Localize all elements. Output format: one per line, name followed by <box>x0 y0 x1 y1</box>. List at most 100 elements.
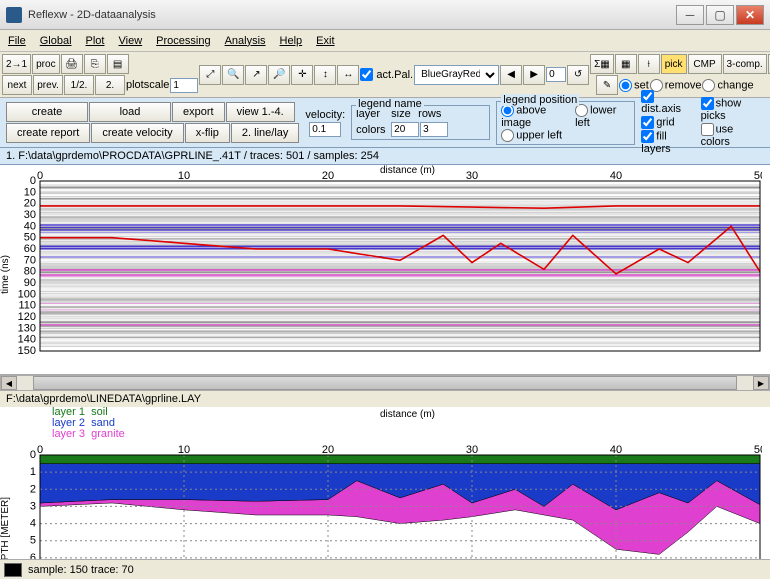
size-input[interactable] <box>391 122 419 137</box>
menu-help[interactable]: Help <box>280 35 303 47</box>
svg-text:40: 40 <box>610 444 622 456</box>
colors-label: colors <box>356 124 390 136</box>
svg-text:50: 50 <box>24 232 36 244</box>
linelay-button[interactable]: 2. line/lay <box>231 123 299 143</box>
palette-offset-input[interactable] <box>546 67 566 82</box>
actpal-label: act.Pal. <box>376 69 413 81</box>
export-button[interactable]: export <box>172 102 225 122</box>
footer-colorswatch <box>4 563 22 577</box>
window-titlebar: Reflexw - 2D-dataanalysis ─ ▢ ✕ <box>0 0 770 30</box>
plotscale-label: plotscale <box>126 79 169 91</box>
svg-text:110: 110 <box>18 300 36 312</box>
reset-icon[interactable]: ↺ <box>567 65 589 85</box>
file-status-2: F:\data\gprdemo\LINEDATA\gprline.LAY <box>0 391 770 407</box>
two-button[interactable]: 2. <box>95 75 125 95</box>
menu-file[interactable]: File <box>8 35 26 47</box>
opt-change[interactable]: change <box>702 79 753 92</box>
menu-analysis[interactable]: Analysis <box>225 35 266 47</box>
plotscale-input[interactable] <box>170 78 198 93</box>
svg-text:150: 150 <box>18 345 36 357</box>
create-velocity-button[interactable]: create velocity <box>91 123 183 143</box>
controls-panel: create load export view 1.-4. create rep… <box>0 98 770 148</box>
palette-right-icon[interactable]: ▶ <box>523 65 545 85</box>
svg-text:1: 1 <box>30 466 36 478</box>
grid-icon[interactable]: ▦ <box>615 54 637 74</box>
load-button[interactable]: load <box>89 102 171 122</box>
prev-button[interactable]: prev. <box>33 75 63 95</box>
svg-text:20: 20 <box>322 170 334 182</box>
chart1-ylabel: time (ns) <box>0 255 11 294</box>
menu-processing[interactable]: Processing <box>156 35 210 47</box>
svg-text:10: 10 <box>178 170 190 182</box>
xflip-button[interactable]: x-flip <box>185 123 230 143</box>
svg-text:50: 50 <box>754 170 762 182</box>
maximize-button[interactable]: ▢ <box>706 5 734 25</box>
tool-2to1-icon[interactable]: 2→1 <box>2 54 31 74</box>
edit-icon[interactable]: ✎ <box>596 75 618 95</box>
print-icon[interactable]: 🖨 <box>61 54 83 74</box>
copy-icon[interactable]: ⎘ <box>84 54 106 74</box>
create-button[interactable]: create <box>6 102 88 122</box>
palette-left-icon[interactable]: ◀ <box>500 65 522 85</box>
tool-proc-icon[interactable]: proc <box>32 54 59 74</box>
rows-input[interactable] <box>420 122 448 137</box>
app-icon <box>6 7 22 23</box>
svg-text:40: 40 <box>610 170 622 182</box>
opt-upperleft[interactable]: upper left <box>501 129 562 142</box>
opt-lowerleft[interactable]: lower left <box>575 104 630 129</box>
zoomfit-icon[interactable]: ⤢ <box>199 65 221 85</box>
svg-text:10: 10 <box>24 186 36 198</box>
zoomout-icon[interactable]: 🔎 <box>268 65 290 85</box>
threecomp-button[interactable]: 3-comp. <box>723 54 767 74</box>
svg-text:30: 30 <box>466 444 478 456</box>
layer-legend: layer 1 soil layer 2 sand layer 3 granit… <box>52 407 125 440</box>
svg-text:60: 60 <box>24 243 36 255</box>
expand-h-icon[interactable]: ↔ <box>337 65 359 85</box>
menu-exit[interactable]: Exit <box>316 35 334 47</box>
velocity-input[interactable] <box>309 122 341 137</box>
zoomin-icon[interactable]: 🔍 <box>222 65 244 85</box>
chk-grid[interactable]: grid <box>641 116 694 129</box>
svg-text:0: 0 <box>30 175 36 187</box>
status-bar: sample: 150 trace: 70 <box>0 559 770 579</box>
frac-button[interactable]: 1/2. <box>64 75 94 95</box>
create-report-button[interactable]: create report <box>6 123 90 143</box>
svg-text:0: 0 <box>37 170 43 182</box>
svg-text:10: 10 <box>178 444 190 456</box>
chart1-scrollbar[interactable]: ◀▶ <box>0 375 770 391</box>
palette-combo[interactable]: BlueGrayRed <box>414 65 499 85</box>
chk-filllayers[interactable]: fill layers <box>641 130 694 155</box>
view14-button[interactable]: view 1.-4. <box>226 102 295 122</box>
pick-button[interactable]: pick <box>661 54 687 74</box>
svg-text:4: 4 <box>30 518 36 530</box>
legendname-legend: legend name <box>356 98 424 110</box>
svg-text:130: 130 <box>18 322 36 334</box>
expand-v-icon[interactable]: ↕ <box>314 65 336 85</box>
svg-text:0: 0 <box>37 444 43 456</box>
svg-text:140: 140 <box>18 334 36 346</box>
chk-showpicks[interactable]: show picks <box>701 97 764 122</box>
svg-text:70: 70 <box>24 254 36 266</box>
measure-icon[interactable]: ⟊ <box>638 54 660 74</box>
footer-sample-trace: sample: 150 trace: 70 <box>28 564 134 576</box>
radargram-plot[interactable]: 0102030405001020304050607080901001101201… <box>0 165 770 375</box>
svg-text:20: 20 <box>24 198 36 210</box>
window-title: Reflexw - 2D-dataanalysis <box>28 9 676 21</box>
sum-icon[interactable]: Σ▦ <box>590 54 614 74</box>
menu-view[interactable]: View <box>119 35 143 47</box>
close-button[interactable]: ✕ <box>736 5 764 25</box>
next-button[interactable]: next <box>2 75 32 95</box>
chart2-xlabel: distance (m) <box>380 409 435 420</box>
doc-icon[interactable]: ▤ <box>107 54 129 74</box>
cmp-button[interactable]: CMP <box>688 54 722 74</box>
chk-distaxis[interactable]: dist.axis <box>641 90 694 115</box>
cross-icon[interactable]: ✛ <box>291 65 313 85</box>
minimize-button[interactable]: ─ <box>676 5 704 25</box>
arrow-out-icon[interactable]: ↗ <box>245 65 267 85</box>
actpal-checkbox[interactable] <box>360 68 373 81</box>
menu-global[interactable]: Global <box>40 35 72 47</box>
svg-text:20: 20 <box>322 444 334 456</box>
menu-plot[interactable]: Plot <box>86 35 105 47</box>
opt-above[interactable]: above image <box>501 104 574 129</box>
chk-usecolors[interactable]: use colors <box>701 123 764 148</box>
